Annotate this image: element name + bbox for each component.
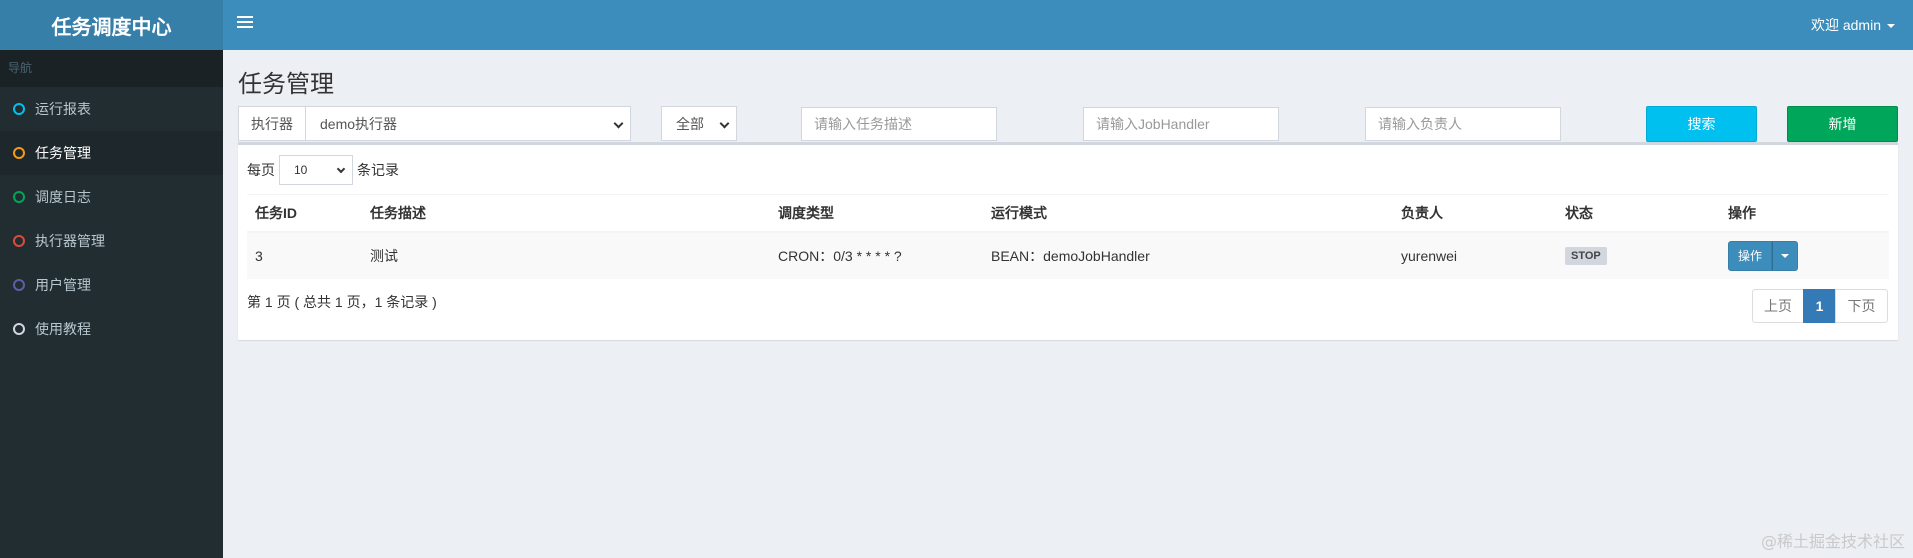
sidebar-item-label: 任务管理: [35, 145, 91, 161]
app-title: 任务调度中心: [51, 16, 172, 39]
job-handler-input[interactable]: 请输入JobHandler: [1083, 107, 1279, 141]
top-navbar: 欢迎 admin: [223, 0, 1913, 50]
app-logo[interactable]: 任务调度中心: [0, 0, 223, 50]
page-length-control: 每页 10 条记录: [247, 155, 399, 185]
job-handler-placeholder: 请输入JobHandler: [1096, 116, 1210, 132]
user-menu-label: 欢迎 admin: [1810, 17, 1881, 33]
page-length-select[interactable]: 10: [279, 155, 353, 185]
add-button[interactable]: 新增: [1787, 106, 1898, 142]
col-header[interactable]: 状态: [1557, 194, 1720, 233]
watermark: @稀土掘金技术社区: [1760, 532, 1905, 551]
prev-page-button[interactable]: 上页: [1752, 289, 1804, 323]
sidebar-item-jobs[interactable]: 任务管理: [0, 131, 223, 175]
chevron-down-icon: [613, 118, 624, 129]
sidebar-item-label: 执行器管理: [35, 233, 105, 249]
sidebar-header: 导航: [0, 50, 223, 87]
cell-status: STOP: [1557, 231, 1720, 279]
col-header[interactable]: 运行模式: [983, 194, 1393, 233]
sidebar-item-help[interactable]: 使用教程: [0, 307, 223, 351]
sidebar-item-label: 使用教程: [35, 321, 91, 337]
circle-icon: [13, 191, 25, 203]
page-length-prefix: 每页: [247, 162, 275, 178]
col-header[interactable]: 负责人: [1393, 194, 1557, 233]
circle-icon: [13, 279, 25, 291]
table-header-row: 任务ID 任务描述 调度类型 运行模式 负责人 状态 操作: [247, 194, 1889, 233]
action-dropdown-toggle[interactable]: [1772, 240, 1798, 271]
sidebar-item-label: 用户管理: [35, 277, 91, 293]
caret-down-icon: [1781, 253, 1789, 258]
circle-icon: [13, 103, 25, 115]
menu-toggle-icon[interactable]: [237, 16, 253, 30]
search-button[interactable]: 搜索: [1646, 106, 1757, 142]
page-title: 任务管理: [238, 71, 334, 98]
pagination-info: 第 1 页 ( 总共 1 页，1 条记录 ): [247, 294, 437, 310]
table-row: 3 测试 CRON：0/3 * * * * ? BEAN：demoJobHand…: [247, 231, 1889, 279]
circle-icon: [13, 147, 25, 159]
action-button-group: 操作: [1728, 240, 1798, 271]
cell-desc: 测试: [362, 231, 770, 279]
chevron-down-icon: [336, 164, 346, 174]
sidebar-item-report[interactable]: 运行报表: [0, 87, 223, 131]
job-table: 任务ID 任务描述 调度类型 运行模式 负责人 状态 操作 3 测试 CRON：…: [247, 194, 1889, 279]
executor-select-value: demo执行器: [320, 115, 398, 132]
sidebar-item-executors[interactable]: 执行器管理: [0, 219, 223, 263]
sidebar-item-users[interactable]: 用户管理: [0, 263, 223, 307]
author-placeholder: 请输入负责人: [1378, 116, 1462, 132]
sidebar-item-label: 调度日志: [35, 189, 91, 205]
caret-down-icon: [1887, 24, 1895, 28]
page-length-value: 10: [294, 163, 308, 177]
current-page-button[interactable]: 1: [1803, 289, 1836, 323]
job-desc-placeholder: 请输入任务描述: [814, 116, 912, 132]
job-desc-input[interactable]: 请输入任务描述: [801, 107, 997, 141]
sidebar: 导航 运行报表 任务管理 调度日志 执行器管理 用户管理 使用教程: [0, 50, 223, 558]
next-page-button[interactable]: 下页: [1835, 289, 1888, 323]
col-header[interactable]: 调度类型: [770, 194, 983, 233]
col-header[interactable]: 任务描述: [362, 194, 770, 233]
circle-icon: [13, 235, 25, 247]
sidebar-item-label: 运行报表: [35, 101, 91, 117]
job-table-box: 每页 10 条记录 任务ID 任务描述 调度类型 运行模式 负责人 状态 操作 …: [238, 142, 1898, 340]
status-select-value: 全部: [676, 115, 704, 132]
col-header[interactable]: 任务ID: [247, 194, 362, 233]
executor-select[interactable]: demo执行器: [305, 106, 631, 141]
executor-label: 执行器: [238, 106, 306, 141]
status-select[interactable]: 全部: [661, 106, 737, 141]
status-badge: STOP: [1565, 247, 1607, 265]
action-button[interactable]: 操作: [1728, 240, 1772, 271]
cell-mode: BEAN：demoJobHandler: [983, 231, 1393, 279]
chevron-down-icon: [719, 118, 730, 129]
cell-actions: 操作: [1720, 231, 1889, 279]
circle-icon: [13, 323, 25, 335]
sidebar-item-logs[interactable]: 调度日志: [0, 175, 223, 219]
page-length-suffix: 条记录: [357, 162, 399, 178]
cell-id: 3: [247, 231, 362, 279]
col-header: 操作: [1720, 194, 1889, 233]
cell-schedule: CRON：0/3 * * * * ?: [770, 231, 983, 279]
cell-author: yurenwei: [1393, 231, 1557, 279]
pagination: 上页 1 下页: [1752, 289, 1888, 323]
author-input[interactable]: 请输入负责人: [1365, 107, 1561, 141]
user-menu[interactable]: 欢迎 admin: [1811, 0, 1895, 50]
